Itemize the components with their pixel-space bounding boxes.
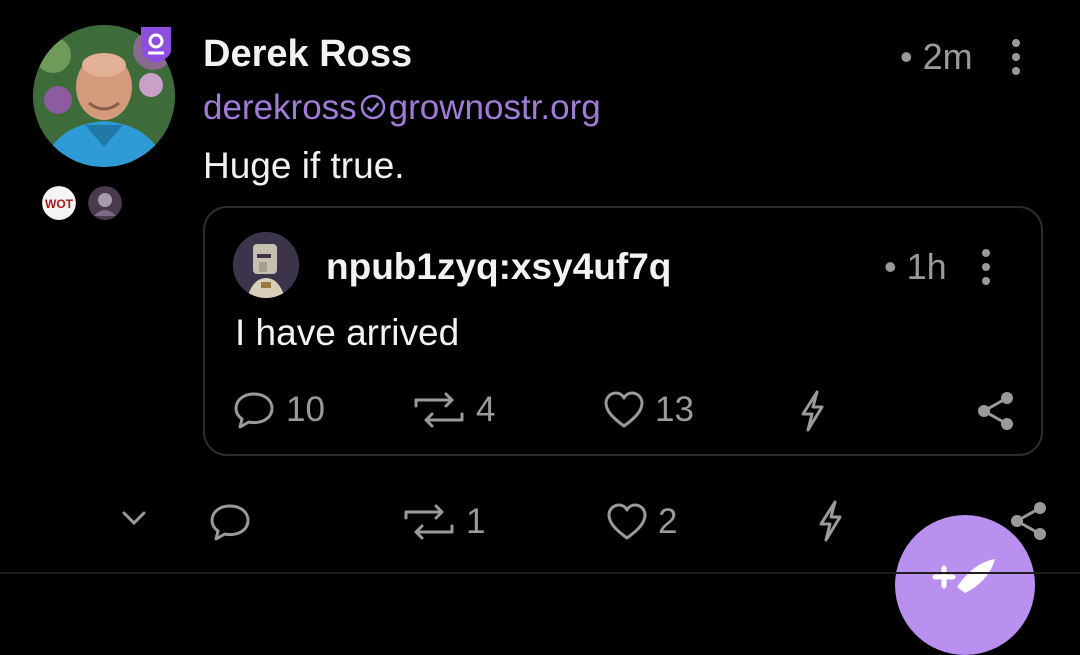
verified-shield-icon: [138, 24, 174, 64]
zap-button[interactable]: [816, 500, 844, 542]
post-time: • 2m: [900, 36, 973, 77]
quoted-reply-count: 10: [286, 390, 325, 429]
chevron-down-icon: [122, 511, 146, 526]
community-badge[interactable]: [88, 186, 122, 220]
nip05-domain: grownostr.org: [388, 88, 601, 127]
repost-icon: [414, 392, 464, 428]
like-count: 2: [658, 502, 678, 541]
quoted-zap-button[interactable]: [798, 390, 826, 432]
compose-button[interactable]: [895, 515, 1035, 655]
repost-icon: [404, 504, 454, 540]
expand-button[interactable]: [120, 508, 148, 528]
lightning-icon: [819, 500, 842, 542]
quoted-more-icon[interactable]: [980, 248, 992, 286]
author-name[interactable]: Derek Ross: [203, 33, 412, 76]
quoted-reply-button[interactable]: 10: [232, 390, 325, 430]
heart-icon: [607, 503, 647, 540]
nip05-identifier[interactable]: derekross grownostr.org: [203, 88, 601, 130]
svg-text:WOT: WOT: [45, 197, 74, 211]
quoted-author-avatar[interactable]: [233, 232, 299, 298]
quoted-author-name[interactable]: npub1zyq:xsy4uf7q: [326, 246, 671, 288]
quoted-share-button[interactable]: [975, 390, 1017, 432]
reply-button[interactable]: [208, 502, 262, 542]
post-more-icon[interactable]: [1010, 38, 1022, 76]
post-time-value: 2m: [922, 36, 973, 77]
wot-badge[interactable]: WOT: [42, 186, 76, 220]
share-icon: [978, 392, 1013, 430]
quoted-time: • 1h: [884, 246, 947, 287]
quoted-like-count: 13: [655, 390, 694, 429]
nip05-user: derekross: [203, 88, 357, 127]
divider: [0, 572, 1080, 574]
quoted-like-button[interactable]: 13: [603, 390, 694, 430]
quoted-repost-count: 4: [476, 390, 496, 429]
repost-count: 1: [466, 502, 486, 541]
quoted-repost-button[interactable]: 4: [412, 390, 495, 430]
quill-plus-icon: [932, 559, 995, 593]
like-button[interactable]: 2: [606, 502, 677, 542]
post-content: Huge if true.: [203, 145, 405, 186]
comment-bubble-icon: [234, 392, 274, 429]
heart-icon: [604, 391, 644, 428]
nip05-check-icon: [359, 90, 387, 130]
quoted-time-value: 1h: [906, 246, 947, 287]
lightning-icon: [801, 390, 824, 432]
repost-button[interactable]: 1: [402, 502, 485, 542]
quoted-content: I have arrived: [235, 312, 460, 353]
comment-bubble-icon: [210, 504, 250, 541]
